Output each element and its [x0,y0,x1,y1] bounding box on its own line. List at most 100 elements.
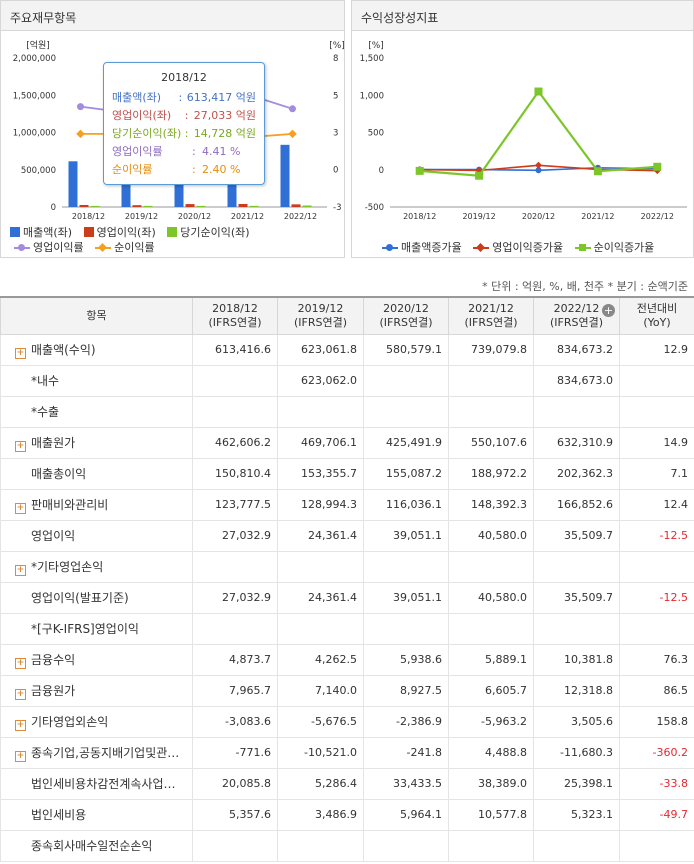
tooltip-label: 매출액(좌) [112,91,162,104]
y-tick: 500 [368,129,384,139]
value-cell: 12,318.8 [533,675,620,707]
op-profit-growth-point [534,161,543,169]
table-row: 매출총이익 150,810.4 153,355.7 155,087.2 188,972.… [0,458,694,490]
row-label: 법인세비용차감전계속사업… [31,777,176,791]
expand-row-icon[interactable]: + [15,440,26,452]
table-row: *내수 623,062.0 834,673.0 [0,365,694,397]
expand-row-icon[interactable]: + [15,657,26,669]
value-cell: 462,606.2 [192,427,278,459]
chart-tooltip: 2018/12 매출액(좌):613,417 억원 영업이익(좌):27,033 … [103,62,265,185]
tooltip-label: 영업이익(좌) [112,109,172,122]
net-margin-point [288,129,297,139]
bar-operating-profit [79,204,89,207]
legend-item-revenue[interactable]: 매출액(좌) [10,224,72,240]
value-cell: 188,972.2 [448,458,534,490]
tooltip-row: 영업이익(좌):27,033 억원 [112,107,256,125]
left-chart-legend: 매출액(좌) 영업이익(좌) 당기순이익(좌) [10,224,258,240]
tooltip-sep: : [192,163,196,176]
legend-item-operating-profit[interactable]: 영업이익(좌) [83,224,156,240]
value-cell: 123,777.5 [192,489,278,521]
profitability-growth-chart[interactable]: [%] 1,500 1,000 500 0 -500 2018/12 2019/12 2020/… [352,31,693,226]
bar-net-income [249,205,259,208]
table-row[interactable]: + 판매비와관리비 123,777.5 128,994.3 116,036.1 148,3… [0,489,694,521]
table-row[interactable]: + 매출액(수익) 613,416.6 623,061.8 580,579.1 739,0… [0,334,694,366]
tooltip-row: 당기순이익(좌):14,728 억원 [112,125,256,143]
value-cell: 153,355.7 [277,458,364,490]
value-cell: 35,509.7 [533,582,620,614]
expand-row-icon[interactable]: + [15,688,26,700]
legend-item-net-income[interactable]: 당기순이익(좌) [167,224,250,240]
yoy-cell: 86.5 [619,675,694,707]
operating-margin-point [77,103,84,111]
row-label-cell: + *기타영업손익 [0,551,193,583]
value-cell [448,365,534,397]
value-cell: 623,061.8 [277,334,364,366]
yoy-cell [619,551,694,583]
value-cell: 4,488.8 [448,737,534,769]
financial-statement-table: 항목 2018/12 (IFRS연결) 2019/12 (IFRS연결) 2020/1… [0,296,694,862]
x-tick-label: 2019/12 [125,212,158,221]
legend-item-net-margin[interactable]: 순이익률 [95,239,155,255]
y-right-tick: -3 [333,203,341,213]
right-chart-legend: 매출액증가율 영업이익증가율 순이익증가율 [382,239,662,255]
yoy-cell [619,830,694,862]
legend-item-net-income-growth[interactable]: 순이익증가율 [574,239,654,255]
column-header-item: 항목 [0,296,193,335]
row-label-cell: *[구K-IFRS]영업이익 [0,613,193,645]
value-cell: 4,262.5 [277,644,364,676]
legend-item-op-profit-growth[interactable]: 영업이익증가율 [473,239,563,255]
value-cell: 6,605.7 [448,675,534,707]
value-cell: 33,433.5 [363,768,449,800]
tooltip-label: 영업이익률 [112,145,163,158]
yoy-cell [619,613,694,645]
bar-operating-profit [185,204,195,207]
left-chart-legend-row2: 영업이익률 순이익률 [14,239,163,255]
row-label: 매출원가 [31,435,76,450]
legend-item-operating-margin[interactable]: 영업이익률 [14,239,84,255]
legend-item-revenue-growth[interactable]: 매출액증가율 [382,239,462,255]
table-row: 영업이익(발표기준) 27,032.9 24,361.4 39,051.1 40,580… [0,582,694,614]
expand-row-icon[interactable]: + [15,502,26,514]
expand-row-icon[interactable]: + [15,719,26,731]
tooltip-sep: : [184,127,189,140]
value-cell: 27,032.9 [192,520,278,552]
value-cell: 613,416.6 [192,334,278,366]
table-row[interactable]: + 기타영업외손익 -3,083.6 -5,676.5 -2,386.9 -5,963.2… [0,706,694,738]
row-label: *내수 [31,374,60,388]
table-row[interactable]: + 금융원가 7,965.7 7,140.0 8,927.5 6,605.7 12,318.… [0,675,694,707]
value-cell [192,551,278,583]
tooltip-value: 27,033 억원 [193,109,256,122]
table-row[interactable]: + 종속기업,공동지배기업및관… -771.6 -10,521.0 -241.8 4,48… [0,737,694,769]
expand-row-icon[interactable]: + [15,347,26,359]
yoy-cell: 12.4 [619,489,694,521]
value-cell: 150,810.4 [192,458,278,490]
add-column-icon[interactable]: + [602,304,615,317]
table-row[interactable]: + 금융수익 4,873.7 4,262.5 5,938.6 5,889.1 10,381.… [0,644,694,676]
x-tick-label: 2020/12 [522,212,555,221]
row-label-cell: 영업이익(발표기준) [0,582,193,614]
column-header-yoy: 전년대비 (YoY) [619,296,694,335]
yoy-cell [619,365,694,397]
value-cell: 739,079.8 [448,334,534,366]
x-tick-label: 2018/12 [403,212,436,221]
row-label-cell: 종속회사매수일전순손익 [0,830,193,862]
value-cell: 5,357.6 [192,799,278,831]
table-row[interactable]: + *기타영업손익 [0,551,694,583]
row-label-cell: + 판매비와관리비 [0,489,193,521]
tooltip-label: 당기순이익(좌) [112,127,182,140]
x-tick-label: 2021/12 [581,212,614,221]
row-label: *수출 [31,405,60,419]
value-cell [533,830,620,862]
net-income-growth-point [415,166,424,175]
y-tick: -500 [365,203,384,213]
expand-row-icon[interactable]: + [15,564,26,576]
value-cell: 10,381.8 [533,644,620,676]
table-row[interactable]: + 매출원가 462,606.2 469,706.1 425,491.9 550,107.… [0,427,694,459]
value-cell [192,613,278,645]
header-label: 2018/12 (IFRS연결) [208,301,262,329]
x-tick-label: 2021/12 [231,212,264,221]
value-cell [363,613,449,645]
expand-row-icon[interactable]: + [15,750,26,762]
value-cell: 5,323.1 [533,799,620,831]
yoy-cell: -12.5 [619,582,694,614]
